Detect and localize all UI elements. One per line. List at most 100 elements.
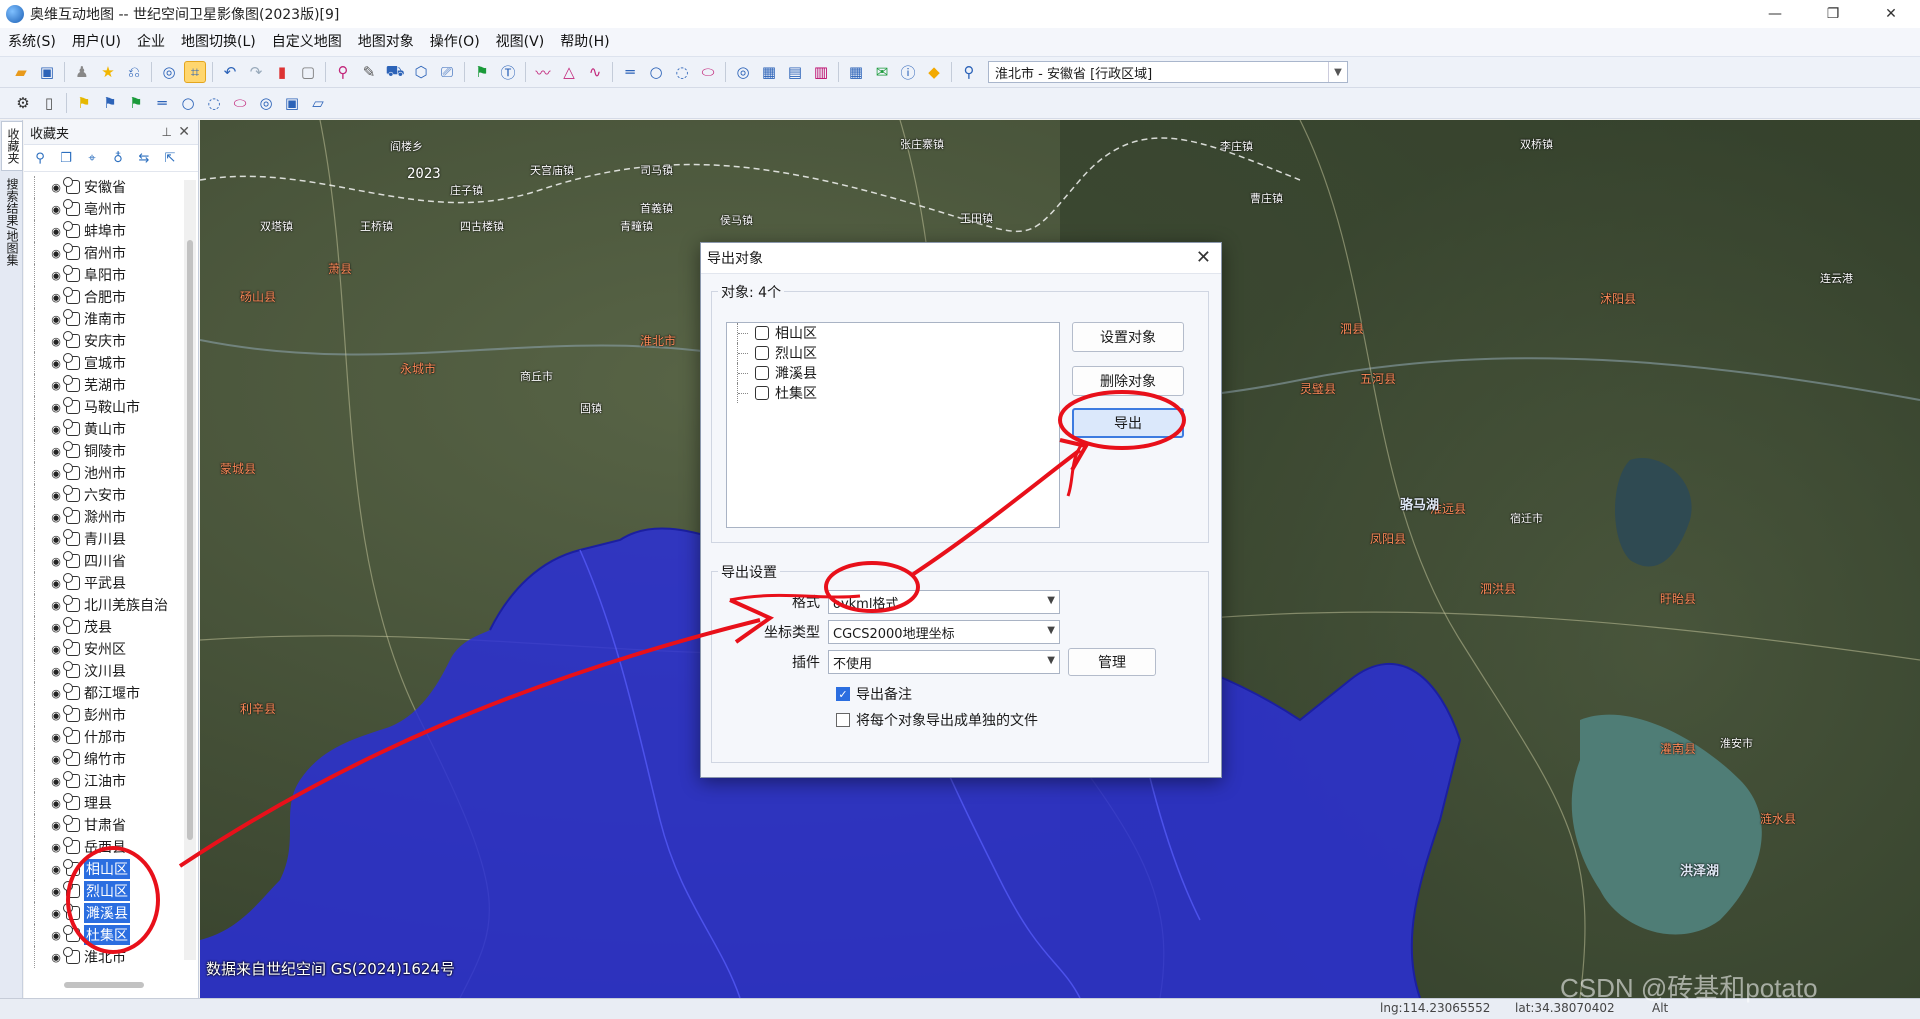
favorites-item[interactable]: ◉ 马鞍山市 — [24, 396, 184, 418]
eye-icon[interactable]: ◉ — [48, 269, 64, 282]
eye-icon[interactable]: ◉ — [48, 709, 64, 722]
export-notes-checkbox[interactable]: ✓ 导出备注 — [836, 684, 912, 704]
favorites-item[interactable]: ◉ 平武县 — [24, 572, 184, 594]
favorites-item[interactable]: ◉ 安徽省 — [24, 176, 184, 198]
pin-icon[interactable]: ⊥ — [162, 125, 172, 139]
open-folder-icon[interactable]: ▰ — [10, 61, 32, 83]
export-object-item[interactable]: 烈山区 — [727, 343, 1059, 363]
search-icon[interactable]: ⚲ — [30, 148, 50, 168]
close-icon[interactable]: ✕ — [178, 124, 190, 140]
layers-icon[interactable]: ◎ — [158, 61, 180, 83]
eye-icon[interactable]: ◉ — [48, 665, 64, 678]
menu-operate[interactable]: 操作(O) — [422, 28, 488, 56]
favorites-item[interactable]: ◉ 池州市 — [24, 462, 184, 484]
eye-icon[interactable]: ◉ — [48, 621, 64, 634]
location-search-box[interactable]: 淮北市 - 安徽省 [行政区域] ▼ — [988, 61, 1348, 83]
favorites-item[interactable]: ◉ 彭州市 — [24, 704, 184, 726]
objects-list[interactable]: 相山区 烈山区 濉溪县 杜集区 — [726, 322, 1060, 528]
camera-icon[interactable]: ⎚ — [436, 61, 458, 83]
parallelogram-icon[interactable]: ▱ — [307, 92, 329, 114]
favorites-item[interactable]: ◉ 青川县 — [24, 528, 184, 550]
route-icon[interactable]: ⛟ — [384, 61, 406, 83]
favorites-item[interactable]: ◉ 淮北市 — [24, 946, 184, 968]
save-icon[interactable]: ▣ — [36, 61, 58, 83]
menu-enterprise[interactable]: 企业 — [129, 28, 173, 56]
tab-search-results[interactable]: 搜索结果/地图集 — [1, 172, 21, 272]
square-draw-icon[interactable]: ▣ — [281, 92, 303, 114]
eye-icon[interactable]: ◉ — [48, 819, 64, 832]
ruler-icon[interactable]: ✎ — [358, 61, 380, 83]
gear-icon[interactable]: ⚙ — [12, 92, 34, 114]
polygon-tool-icon[interactable]: ⬡ — [410, 61, 432, 83]
grid-icon[interactable]: ▦ — [758, 61, 780, 83]
menu-custom-map[interactable]: 自定义地图 — [264, 28, 350, 56]
ellipse-icon[interactable]: ⬭ — [697, 61, 719, 83]
menu-map-switch[interactable]: 地图切换(L) — [173, 28, 264, 56]
favorites-item[interactable]: ◉ 亳州市 — [24, 198, 184, 220]
copy-icon[interactable]: ❐ — [56, 148, 76, 168]
text-icon[interactable]: Ⓣ — [497, 61, 519, 83]
eye-icon[interactable]: ◉ — [48, 247, 64, 260]
favorites-item[interactable]: ◉ 安庆市 — [24, 330, 184, 352]
manage-plugin-button[interactable]: 管理 — [1068, 648, 1156, 676]
eye-icon[interactable]: ◉ — [48, 313, 64, 326]
scrollbar-thumb[interactable] — [187, 240, 193, 840]
favorites-item[interactable]: ◉ 绵竹市 — [24, 748, 184, 770]
dialog-close-icon[interactable]: ✕ — [1196, 247, 1211, 268]
eye-icon[interactable]: ◉ — [48, 687, 64, 700]
coord-type-select[interactable]: CGCS2000地理坐标 ▼ — [828, 620, 1060, 644]
favorites-item[interactable]: ◉ 铜陵市 — [24, 440, 184, 462]
eye-icon[interactable]: ◉ — [48, 467, 64, 480]
eye-icon[interactable]: ◉ — [48, 863, 64, 876]
select-tool-icon[interactable]: ⌗ — [184, 61, 206, 83]
eye-icon[interactable]: ◉ — [48, 225, 64, 238]
eye-icon[interactable]: ◉ — [48, 907, 64, 920]
marker-icon[interactable]: ⚑ — [471, 61, 493, 83]
favorites-item[interactable]: ◉ 滁州市 — [24, 506, 184, 528]
eye-icon[interactable]: ◉ — [48, 929, 64, 942]
eye-icon[interactable]: ◉ — [48, 533, 64, 546]
info-icon[interactable]: ⓘ — [897, 61, 919, 83]
favorites-item[interactable]: ◉ 杜集区 — [24, 924, 184, 946]
favorites-item[interactable]: ◉ 什邡市 — [24, 726, 184, 748]
favorites-item[interactable]: ◉ 岳西县 — [24, 836, 184, 858]
plugin-select[interactable]: 不使用 ▼ — [828, 650, 1060, 674]
eye-icon[interactable]: ◉ — [48, 379, 64, 392]
locate-icon[interactable]: ⌖ — [82, 148, 102, 168]
frame-icon[interactable]: ▢ — [297, 61, 319, 83]
favorites-item[interactable]: ◉ 北川羌族自治 — [24, 594, 184, 616]
favorites-item[interactable]: ◉ 淮南市 — [24, 308, 184, 330]
close-window-button[interactable]: ✕ — [1862, 0, 1920, 28]
eye-icon[interactable]: ◉ — [48, 181, 64, 194]
favorites-item[interactable]: ◉ 宿州市 — [24, 242, 184, 264]
eye-icon[interactable]: ◉ — [48, 951, 64, 964]
ring-icon[interactable]: ◎ — [732, 61, 754, 83]
horizontal-scrollbar[interactable] — [64, 982, 144, 988]
favorites-item[interactable]: ◉ 都江堰市 — [24, 682, 184, 704]
polyline-icon[interactable]: 〰 — [532, 61, 554, 83]
export-icon[interactable]: ⇱ — [160, 148, 180, 168]
chat-icon[interactable]: ✉ — [871, 61, 893, 83]
favorites-item[interactable]: ◉ 六安市 — [24, 484, 184, 506]
yellow-pin-icon[interactable]: ⚑ — [73, 92, 95, 114]
eye-icon[interactable]: ◉ — [48, 643, 64, 656]
pin-marker-icon[interactable]: ♁ — [108, 148, 128, 168]
book-icon[interactable]: ▤ — [784, 61, 806, 83]
set-object-button[interactable]: 设置对象 — [1072, 322, 1184, 352]
favorite-star-icon[interactable]: ★ — [97, 61, 119, 83]
track-line-icon[interactable]: ═ — [151, 92, 173, 114]
favorites-item[interactable]: ◉ 汶川县 — [24, 660, 184, 682]
delete-object-button[interactable]: 删除对象 — [1072, 366, 1184, 396]
favorites-item[interactable]: ◉ 理县 — [24, 792, 184, 814]
eye-icon[interactable]: ◉ — [48, 885, 64, 898]
eye-icon[interactable]: ◉ — [48, 841, 64, 854]
redo-icon[interactable]: ↷ — [245, 61, 267, 83]
line-icon[interactable]: ═ — [619, 61, 641, 83]
menu-view[interactable]: 视图(V) — [488, 28, 553, 56]
circle-icon[interactable]: ○ — [645, 61, 667, 83]
eye-icon[interactable]: ◉ — [48, 577, 64, 590]
arc-draw-icon[interactable]: ◌ — [203, 92, 225, 114]
eye-icon[interactable]: ◉ — [48, 401, 64, 414]
circle-draw-icon[interactable]: ○ — [177, 92, 199, 114]
eye-icon[interactable]: ◉ — [48, 555, 64, 568]
